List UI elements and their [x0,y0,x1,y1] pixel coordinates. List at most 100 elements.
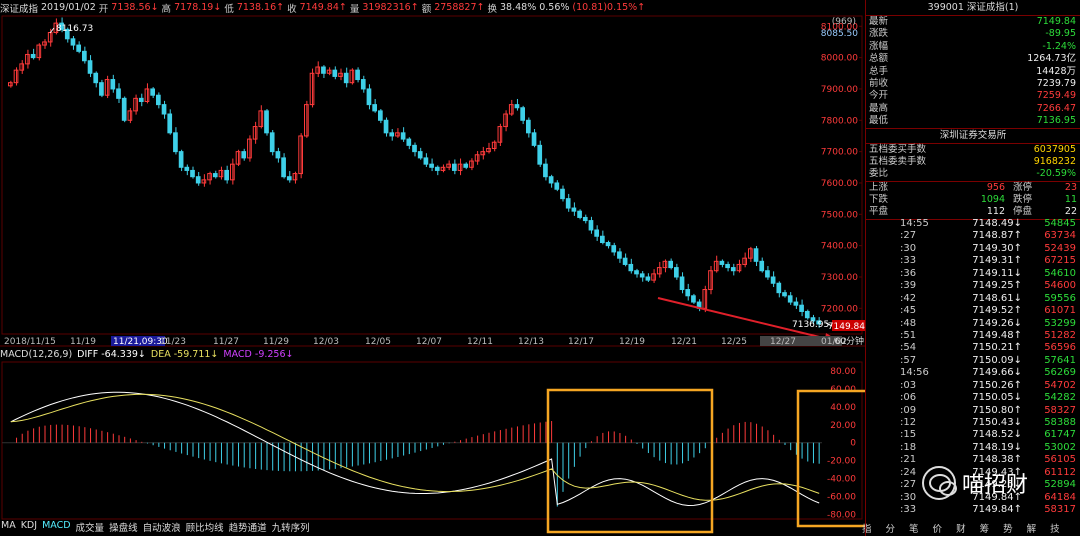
breadth-row: 上涨 956 涨停 23 [866,182,1080,194]
tick-row[interactable]: :45 7149.52↑ 61071 [893,305,1080,317]
candle-down [87,60,93,74]
tick-row[interactable]: :33 7149.31↑ 67215 [893,255,1080,267]
candle-down [400,132,406,140]
tick-price: 7150.26↑ [972,379,1022,391]
tick-time: :15 [900,429,917,441]
current-price-value: 7149.84 [828,322,865,332]
candle-up [713,260,719,272]
indicator-tab[interactable]: 成交量 [75,520,106,534]
tick-price: 7149.11↓ [972,267,1022,279]
tick-price: 7150.43↓ [972,417,1022,428]
watermark-text: 喵招财 [962,473,1029,498]
indicator-tab[interactable]: MACD [41,520,71,534]
open-value: 7138.56↓ [111,2,159,13]
tick-time: :54 [900,342,917,354]
tick-row[interactable]: :36 7149.11↓ 54610 [893,268,1080,280]
tick-row[interactable]: :39 7149.25↑ 54600 [893,280,1080,292]
bidask-row: 五档委卖手数 9168232 [866,156,1080,168]
quote-label: 总额 [869,53,889,65]
indicator-tab[interactable]: 操盘线 [108,520,139,534]
price-axis-label: 7200.00 [821,304,858,314]
candle-down [565,198,571,209]
volume-label: 量 [349,3,360,15]
kline-canvas[interactable]: 8100.008000.007900.007800.007700.007600.… [0,0,865,536]
tick-row[interactable]: :03 7150.26↑ 54702 [893,380,1080,392]
candle-down [76,44,82,52]
tick-row[interactable]: :12 7150.43↓ 58388 [893,417,1080,429]
indicator-tab[interactable]: 顾比均线 [185,520,225,534]
indicator-tab[interactable]: MA [0,520,17,534]
tick-row[interactable]: :33 7149.84↑ 58317 [893,504,1080,516]
indicator-tab[interactable]: KDJ [20,520,38,534]
candle-down [634,270,639,275]
candle-down [70,38,76,46]
indicator-tabs: MA KDJ MACD 成交量 操盘线 自动波浪 顾比均线 趋势通道 九转序列 [0,520,311,534]
date-axis-label: 12/13 [518,337,544,347]
breadth-rows: 上涨 956 涨停 23 下跌 1094 跌停 11 平盘 112 停盘 22 [866,182,1080,219]
tick-row[interactable]: :15 7148.52↓ 61747 [893,429,1080,441]
candle-down [514,104,520,109]
candle-down [770,276,776,284]
quote-value: 7149.84 [1036,16,1076,27]
bar-date: 2019/01/02 [41,2,96,13]
period-label: 60分钟 [835,335,864,347]
tick-volume: 54600 [1044,280,1076,292]
tick-row[interactable]: :21 7148.38↑ 56105 [893,454,1080,466]
candle-down [156,94,161,106]
price-axis-label: 7500.00 [821,210,858,220]
turnover-value: 38.48% [500,2,537,13]
high-label: 高 [161,3,172,15]
tick-row[interactable]: 14:56 7149.66↓ 56269 [893,367,1080,379]
tick-time: 14:55 [900,218,929,229]
indicator-tab[interactable]: 九转序列 [271,520,311,534]
tick-row[interactable]: :48 7149.26↓ 53299 [893,318,1080,330]
chart-area[interactable]: 8100.00 8000.00 7900.00 7800.00 7700.00 7600.… [0,0,865,536]
tick-row[interactable]: :06 7150.05↓ 54282 [893,392,1080,404]
amount-label: 额 [421,3,432,15]
breadth-limit-label: 涨停 [1013,181,1033,193]
tick-time: :30 [900,242,917,254]
quote-row: 涨跌 -89.95 [866,28,1080,40]
candle-down [679,276,685,291]
quote-value: 7259.49 [1036,90,1076,102]
macd-axis-label: 80.00 [830,367,856,377]
candle-down [668,260,673,269]
tick-row[interactable]: :51 7149.48↑ 51282 [893,330,1080,342]
low-value: 7138.16↑ [236,2,285,13]
tick-row[interactable]: :54 7150.21↑ 56596 [893,342,1080,354]
tick-row[interactable]: :42 7148.61↓ 59556 [893,293,1080,305]
tick-row[interactable]: :30 7149.30↑ 52439 [893,243,1080,255]
tick-row[interactable]: :27 7148.87↑ 63734 [893,230,1080,242]
bidask-rows: 五档委买手数 6037905 五档委卖手数 9168232 委比 -20.59% [866,144,1080,181]
macd-title: MACD(12,26,9) [0,349,73,360]
candle-down [417,151,423,159]
candle-down [799,304,804,312]
indicator-tab[interactable]: 趋势通道 [228,520,268,534]
tick-row[interactable]: 14:55 7148.49↓ 54845 [893,218,1080,230]
macd-axis-label: 20.00 [830,421,856,431]
candle-down [531,132,537,146]
candle-down [463,163,469,168]
tick-volume: 59556 [1044,292,1076,304]
tick-row[interactable]: :57 7150.09↓ 57641 [893,355,1080,367]
low-label: 低 [224,3,234,15]
candle-down [588,220,594,231]
bidask-value: 9168232 [1033,155,1076,167]
dea-label: DEA -59.711↓ [151,349,219,361]
candle-down [378,110,383,121]
candle-down [787,295,793,303]
candle-down [121,97,127,121]
close-label: 收 [287,3,297,15]
quote-value: 14428万 [1036,65,1076,77]
index-name: 深证成指 [0,3,39,15]
breadth-limit-count: 22 [1064,206,1077,218]
tick-volume: 54702 [1044,379,1076,391]
indicator-tab[interactable]: 自动波浪 [142,520,182,534]
bidask-label: 五档委卖手数 [869,155,927,167]
tick-row[interactable]: :09 7150.80↑ 58327 [893,405,1080,417]
tick-time: :12 [900,417,917,428]
highlight-box [546,388,714,534]
tick-volume: 61747 [1044,429,1076,441]
tick-row[interactable]: :18 7148.19↓ 53002 [893,442,1080,454]
candle-down [178,151,184,168]
